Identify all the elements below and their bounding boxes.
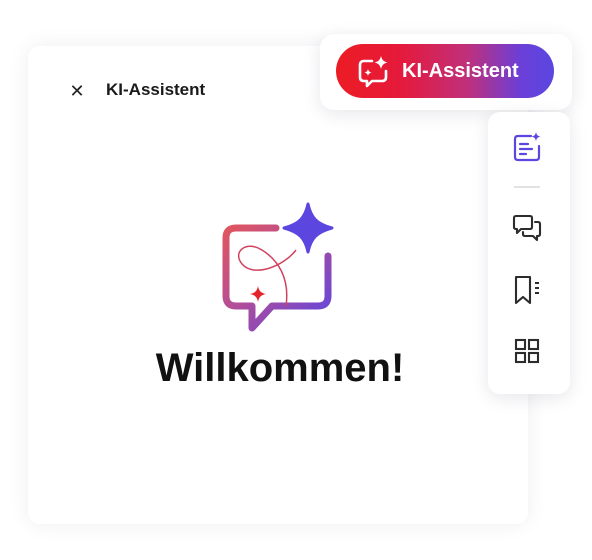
rail-divider (514, 186, 540, 188)
close-button[interactable]: ✕ (62, 76, 92, 106)
ai-assistant-button-label: KI-Assistent (402, 59, 519, 82)
rail-item-comments[interactable] (509, 210, 545, 246)
rail-item-thumbnails[interactable] (509, 333, 545, 369)
panel-title: KI-Assistent (106, 80, 206, 99)
ai-assistant-button[interactable]: KI-Assistent (336, 44, 554, 98)
ai-assistant-icon (358, 56, 388, 88)
welcome-heading: Willkommen! (155, 346, 405, 390)
ai-assistant-chat-sparkle-icon (222, 202, 334, 332)
ai-summary-icon (513, 132, 541, 162)
close-icon: ✕ (69, 80, 85, 101)
bookmarks-icon (514, 275, 539, 305)
comments-icon (512, 214, 542, 242)
rail-item-bookmarks[interactable] (509, 272, 545, 308)
rail-item-ai-summary[interactable] (509, 130, 545, 166)
thumbnails-grid-icon (514, 338, 540, 364)
